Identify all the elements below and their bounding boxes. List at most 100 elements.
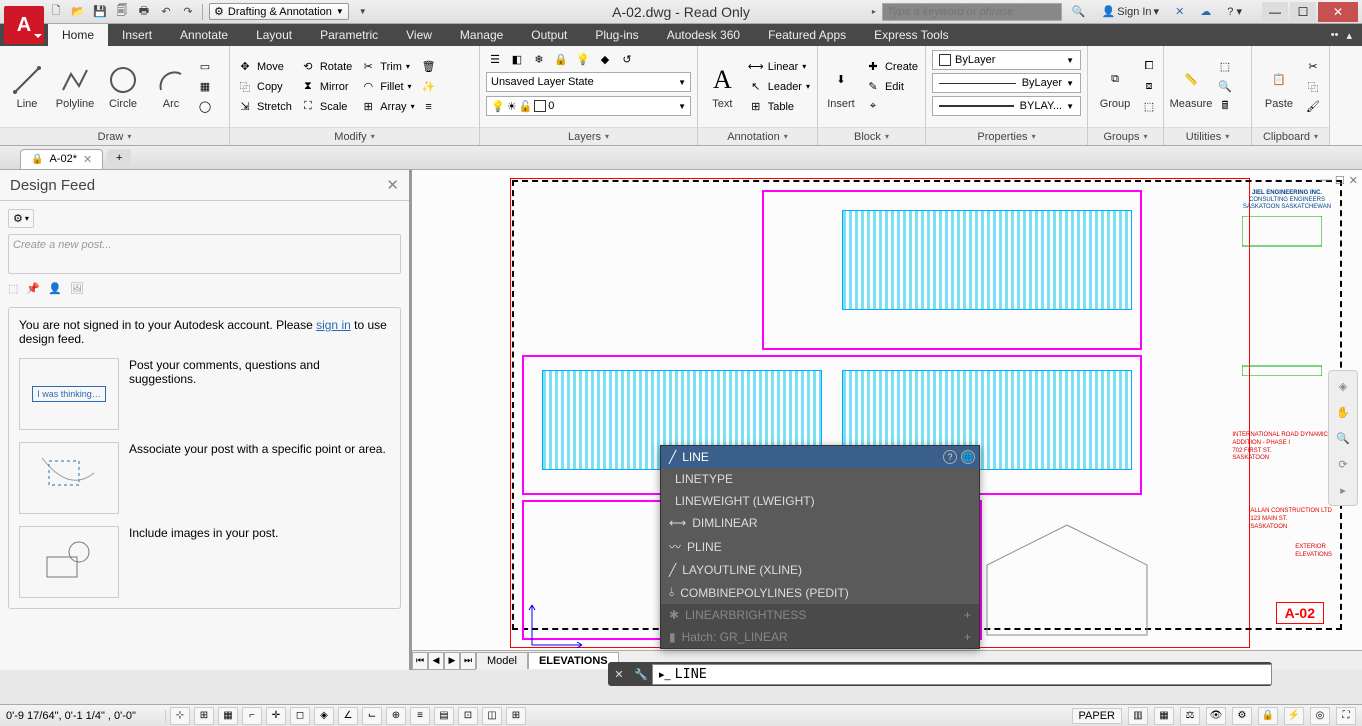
infocenter-search[interactable]	[882, 3, 1062, 21]
command-input[interactable]	[675, 667, 1265, 682]
sign-in-link[interactable]: sign in	[316, 318, 351, 332]
lock-ui-icon[interactable]: 🔒	[1258, 707, 1278, 725]
copy-clip-icon[interactable]: ⿻	[1304, 78, 1322, 96]
fillet-tool[interactable]: ◠Fillet▾	[357, 78, 417, 96]
showmotion-icon[interactable]: ▸	[1332, 479, 1354, 501]
image-icon[interactable]: 🖼	[70, 282, 84, 295]
close-icon[interactable]: ✕	[83, 153, 92, 166]
snap-icon[interactable]: ⊞	[194, 707, 214, 725]
orbit-icon[interactable]: ⟳	[1332, 453, 1354, 475]
panel-title-block[interactable]: Block	[818, 127, 925, 145]
circle-tool[interactable]: Circle	[100, 64, 146, 110]
tab-featured[interactable]: Featured Apps	[754, 24, 860, 46]
copy-tool[interactable]: ⿻Copy	[234, 78, 295, 96]
create-post-input[interactable]: Create a new post...	[8, 234, 401, 274]
tab-annotate[interactable]: Annotate	[166, 24, 242, 46]
text-tool[interactable]: A Text	[702, 64, 743, 110]
help-icon[interactable]: ?	[943, 450, 957, 464]
mirror-tool[interactable]: ⧗Mirror	[297, 78, 355, 96]
layer-match-icon[interactable]: ◆	[596, 50, 614, 68]
paste-tool[interactable]: 📋 Paste	[1256, 64, 1302, 110]
hardware-icon[interactable]: ⚡	[1284, 707, 1304, 725]
panel-title-groups[interactable]: Groups	[1088, 127, 1163, 145]
ribbon-extras-icon[interactable]: ••	[1331, 29, 1339, 41]
ortho-icon[interactable]: ⌐	[242, 707, 262, 725]
group-bbox-icon[interactable]: ⬚	[1140, 98, 1158, 116]
stretch-tool[interactable]: ⇲Stretch	[234, 98, 295, 116]
calc-icon[interactable]: 🖩	[1216, 98, 1234, 116]
vp-minimize-icon[interactable]: —	[1320, 174, 1331, 187]
ac-item[interactable]: ✱LINEARBRIGHTNESS+	[661, 604, 979, 626]
workspace-switcher[interactable]: ⚙ Drafting & Annotation ▼	[209, 3, 349, 20]
cmd-close-icon[interactable]: ✕	[608, 668, 630, 681]
sign-in-button[interactable]: 👤 Sign In ▾	[1096, 3, 1165, 20]
zoom-icon[interactable]: 🔍	[1332, 427, 1354, 449]
layer-lock-icon[interactable]: 🔒	[552, 50, 570, 68]
tab-manage[interactable]: Manage	[446, 24, 517, 46]
qp-icon[interactable]: ⊡	[458, 707, 478, 725]
move-tool[interactable]: ✥Move	[234, 58, 295, 76]
layer-iso-icon[interactable]: ◧	[508, 50, 526, 68]
prev-layout-icon[interactable]: ◀	[428, 652, 444, 670]
dyn-icon[interactable]: ⊕	[386, 707, 406, 725]
3dosnap-icon[interactable]: ◈	[314, 707, 334, 725]
ws-icon[interactable]: ⚙	[1232, 707, 1252, 725]
anno-scale-icon[interactable]: ⚖	[1180, 707, 1200, 725]
rectangle-icon[interactable]: ▭	[196, 58, 214, 76]
panel-title-modify[interactable]: Modify	[230, 127, 479, 145]
layer-props-icon[interactable]: ☰	[486, 50, 504, 68]
feed-settings-button[interactable]: ⚙▾	[8, 209, 34, 228]
table-tool[interactable]: ⊞Table	[745, 98, 813, 116]
ac-item[interactable]: LINEWEIGHT (LWEIGHT)	[661, 490, 979, 512]
tab-layout[interactable]: Layout	[242, 24, 306, 46]
leader-tool[interactable]: ↖Leader▾	[745, 78, 813, 96]
polyline-tool[interactable]: Polyline	[52, 64, 98, 110]
create-block-tool[interactable]: ✚Create	[862, 58, 921, 76]
exchange-icon[interactable]: ✕	[1169, 3, 1190, 20]
first-layout-icon[interactable]: ⏮	[412, 652, 428, 670]
color-dropdown[interactable]: ByLayer▼	[932, 50, 1081, 70]
quick-select-icon[interactable]: 🔍	[1216, 78, 1234, 96]
lineweight-dropdown[interactable]: BYLAY...▼	[932, 96, 1081, 116]
match-icon[interactable]: 🖌	[1304, 98, 1322, 116]
new-tab-button[interactable]: +	[107, 149, 131, 167]
layer-freeze-icon[interactable]: ❄	[530, 50, 548, 68]
internet-help-icon[interactable]: 🌐	[961, 450, 975, 464]
rotate-tool[interactable]: ⟲Rotate	[297, 58, 355, 76]
insert-block-tool[interactable]: ⬇ Insert	[822, 64, 860, 110]
otrack-icon[interactable]: ∠	[338, 707, 358, 725]
tab-insert[interactable]: Insert	[108, 24, 166, 46]
ac-item[interactable]: ⫰COMBINEPOLYLINES (PEDIT)	[661, 581, 979, 604]
ac-item[interactable]: ╱LAYOUTLINE (XLINE)	[661, 559, 979, 581]
polar-icon[interactable]: ✛	[266, 707, 286, 725]
group-tool[interactable]: ⧉ Group	[1092, 64, 1138, 110]
ac-item[interactable]: ▮Hatch: GR_LINEAR+	[661, 626, 979, 648]
undo-icon[interactable]: ↶	[158, 4, 174, 20]
app-menu-button[interactable]	[4, 6, 44, 44]
tab-home[interactable]: Home	[48, 24, 108, 46]
ac-item[interactable]: ╱LINE	[661, 446, 979, 468]
tab-parametric[interactable]: Parametric	[306, 24, 392, 46]
ellipse-icon[interactable]: ◯	[196, 98, 214, 116]
area-icon[interactable]: ⬚	[8, 282, 18, 295]
dim-linear-tool[interactable]: ⟷Linear▾	[745, 58, 813, 76]
saveas-icon[interactable]: 🗐	[114, 4, 130, 20]
mention-icon[interactable]: 👤	[48, 282, 62, 295]
anno-vis-icon[interactable]: 👁	[1206, 707, 1226, 725]
measure-tool[interactable]: 📏 Measure	[1168, 64, 1214, 110]
ducs-icon[interactable]: ⌙	[362, 707, 382, 725]
edit-attr-tool[interactable]: ⌖	[862, 98, 921, 116]
panel-title-layers[interactable]: Layers	[480, 127, 697, 145]
grid-icon[interactable]: ▦	[218, 707, 238, 725]
isolate-icon[interactable]: ◎	[1310, 707, 1330, 725]
panel-title-annotation[interactable]: Annotation	[698, 127, 817, 145]
ungroup-icon[interactable]: ⧠	[1140, 58, 1158, 76]
file-tab[interactable]: 🔒 A-02* ✕	[20, 149, 103, 169]
ac-item[interactable]: LINETYPE	[661, 468, 979, 490]
new-icon[interactable]: 🗋	[48, 4, 64, 20]
tab-output[interactable]: Output	[517, 24, 581, 46]
panel-close-icon[interactable]: ✕	[386, 176, 399, 194]
ribbon-collapse-icon[interactable]: ▴	[1346, 29, 1352, 42]
last-layout-icon[interactable]: ⏭	[460, 652, 476, 670]
array-tool[interactable]: ⊞Array▾	[357, 98, 417, 116]
